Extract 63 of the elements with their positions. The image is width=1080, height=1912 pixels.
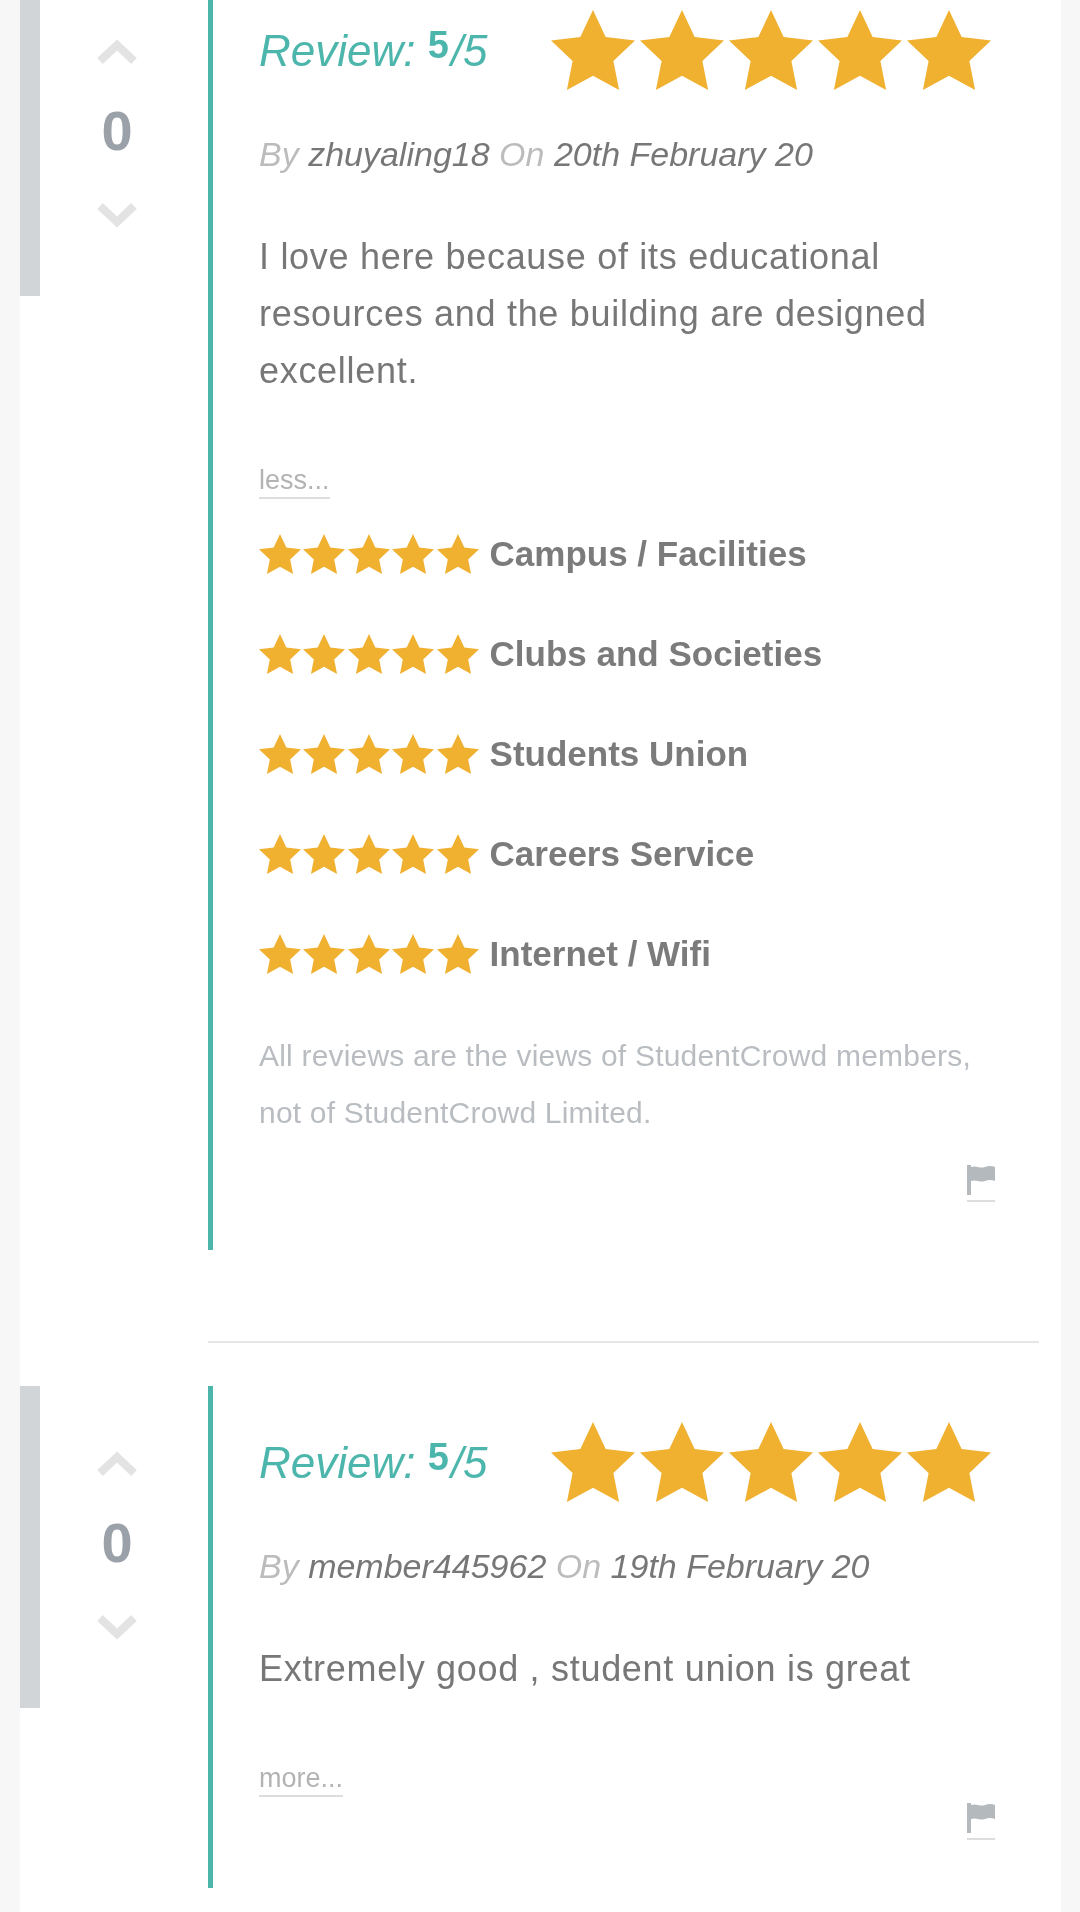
star-icon xyxy=(259,534,301,574)
star-icon xyxy=(259,934,301,974)
star-icon xyxy=(259,834,301,874)
star-icon xyxy=(436,934,479,974)
star-icon xyxy=(347,534,390,574)
review-text: I love here because of its educational resources and the building are designed excellent. xyxy=(259,235,928,393)
category-label: Careers Service xyxy=(489,834,755,874)
disclaimer-text: All reviews are the views of StudentCrowd members, not of StudentCrowd Limited. xyxy=(259,1038,972,1131)
toggle-link[interactable]: less... xyxy=(259,463,330,499)
chevron-down-icon xyxy=(96,1614,138,1640)
star-icon xyxy=(392,534,435,574)
category-label: Clubs and Societies xyxy=(489,634,823,674)
review-text: Extremely good , student union is great xyxy=(259,1647,912,1691)
flag-icon xyxy=(967,1165,995,1195)
star-icon xyxy=(259,734,301,774)
chevron-down-icon xyxy=(96,202,138,228)
review-byline: By zhuyaling18 On 20th February 20 xyxy=(259,134,814,175)
star-icon xyxy=(436,634,479,674)
report-button[interactable] xyxy=(967,1165,995,1202)
review-score: Review: $^{5}$/5 xyxy=(259,1436,489,1488)
downvote-button[interactable] xyxy=(96,1614,138,1640)
vote-count: 0 xyxy=(101,101,133,161)
star-icon xyxy=(347,934,390,974)
star-icon xyxy=(347,734,390,774)
toggle-link[interactable]: more... xyxy=(259,1761,344,1797)
vote-count: 0 xyxy=(101,1513,133,1573)
downvote-button[interactable] xyxy=(96,202,138,228)
chevron-up-icon xyxy=(96,1451,138,1477)
star-icon xyxy=(436,734,479,774)
chevron-up-icon xyxy=(96,39,138,65)
star-icon xyxy=(392,834,435,874)
star-icon xyxy=(436,534,479,574)
star-icon xyxy=(729,1422,813,1502)
upvote-button[interactable] xyxy=(96,39,138,65)
star-icon xyxy=(303,534,346,574)
star-icon xyxy=(818,1422,902,1502)
star-icon xyxy=(347,834,390,874)
star-icon xyxy=(303,934,346,974)
review-byline: By member445962 On 19th February 20 xyxy=(259,1546,871,1587)
star-icon xyxy=(907,1422,991,1502)
star-icon xyxy=(392,734,435,774)
review-score: Review: $^{5}$/5 xyxy=(259,24,489,76)
report-button[interactable] xyxy=(967,1803,995,1840)
star-icon xyxy=(818,10,902,90)
star-icon xyxy=(259,634,301,674)
star-icon xyxy=(551,10,635,90)
star-icon xyxy=(436,834,479,874)
upvote-button[interactable] xyxy=(96,1451,138,1477)
flag-icon xyxy=(967,1803,995,1833)
star-icon xyxy=(640,1422,724,1502)
category-label: Internet / Wifi xyxy=(489,934,711,974)
star-icon xyxy=(551,1422,635,1502)
star-icon xyxy=(907,10,991,90)
star-icon xyxy=(392,634,435,674)
star-icon xyxy=(303,634,346,674)
star-icon xyxy=(640,10,724,90)
star-icon xyxy=(347,634,390,674)
star-icon xyxy=(303,734,346,774)
star-icon xyxy=(303,834,346,874)
star-icon xyxy=(729,10,813,90)
category-label: Students Union xyxy=(489,734,749,774)
category-label: Campus / Facilities xyxy=(489,534,807,574)
star-icon xyxy=(392,934,435,974)
